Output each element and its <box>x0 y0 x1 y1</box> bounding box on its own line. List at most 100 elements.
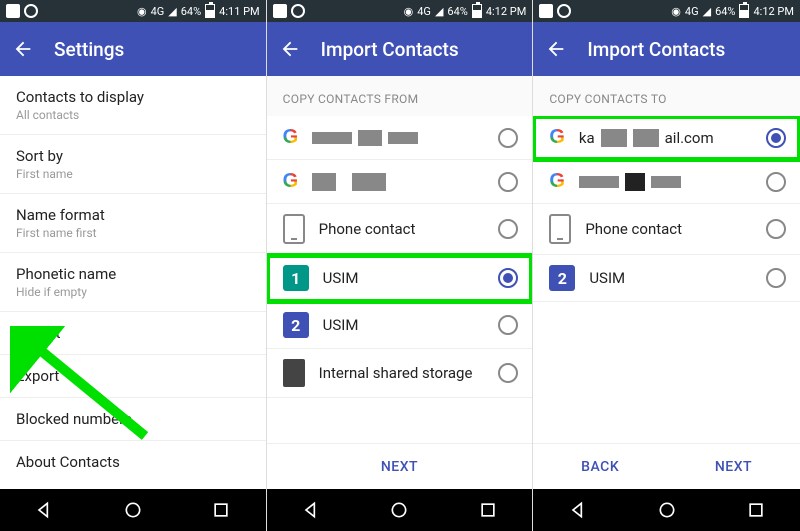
status-bar: ◉ 4G ◢ 64% 4:12 PM <box>533 0 800 22</box>
page-title: Import Contacts <box>587 38 725 61</box>
radio[interactable] <box>498 172 518 192</box>
wifi-icon: ◉ <box>671 5 681 18</box>
source-label: Phone contact <box>319 220 485 238</box>
radio[interactable] <box>766 128 786 148</box>
sim-2-icon: 2 <box>549 265 575 291</box>
notif-icon-2 <box>24 4 38 18</box>
nav-recent-icon[interactable] <box>211 500 231 520</box>
footer-buttons: BACK NEXT <box>533 443 800 489</box>
footer-buttons: NEXT <box>267 443 533 489</box>
item-blocked-numbers[interactable]: Blocked numbers <box>0 398 266 441</box>
phone-icon <box>283 214 305 244</box>
back-icon[interactable] <box>545 38 567 60</box>
back-button[interactable]: BACK <box>581 459 619 475</box>
import-from-screen: ◉ 4G ◢ 64% 4:12 PM Import Contacts COPY … <box>267 0 534 531</box>
source-google-2[interactable]: G <box>267 160 533 204</box>
system-navbar <box>0 489 266 531</box>
item-about-contacts[interactable]: About Contacts <box>0 441 266 483</box>
radio[interactable] <box>766 268 786 288</box>
nav-home-icon[interactable] <box>389 500 409 520</box>
google-icon: G <box>283 170 299 193</box>
battery-icon <box>205 4 215 18</box>
target-usim-2[interactable]: 2 USIM <box>533 255 800 302</box>
item-import[interactable]: Import <box>0 312 266 355</box>
nav-home-icon[interactable] <box>657 500 677 520</box>
source-internal-storage[interactable]: Internal shared storage <box>267 349 533 398</box>
battery-icon <box>472 4 482 18</box>
notif-icon <box>273 4 287 18</box>
google-icon: G <box>283 126 299 149</box>
import-to-screen: ◉ 4G ◢ 64% 4:12 PM Import Contacts COPY … <box>533 0 800 531</box>
wifi-icon: ◉ <box>137 5 147 18</box>
radio[interactable] <box>766 172 786 192</box>
storage-icon <box>283 359 305 387</box>
next-button[interactable]: NEXT <box>381 459 418 475</box>
phone-icon <box>549 214 571 244</box>
battery-pct: 64% <box>181 5 201 18</box>
source-usim-2[interactable]: 2 USIM <box>267 302 533 349</box>
target-label: Phone contact <box>585 220 752 238</box>
target-label <box>579 173 752 191</box>
item-phonetic-name[interactable]: Phonetic name Hide if empty <box>0 253 266 312</box>
source-label: Internal shared storage <box>319 364 485 382</box>
item-name-format[interactable]: Name format First name first <box>0 194 266 253</box>
radio[interactable] <box>498 219 518 239</box>
signal-icon: ◢ <box>435 5 443 18</box>
notif-icon-2 <box>291 4 305 18</box>
signal-icon: ◢ <box>168 5 176 18</box>
nav-back-icon[interactable] <box>34 500 54 520</box>
network-label: 4G <box>151 5 165 18</box>
nav-recent-icon[interactable] <box>746 500 766 520</box>
page-title: Import Contacts <box>321 38 459 61</box>
radio[interactable] <box>498 363 518 383</box>
back-icon[interactable] <box>279 38 301 60</box>
radio[interactable] <box>766 219 786 239</box>
system-navbar <box>533 489 800 531</box>
source-phone-contact[interactable]: Phone contact <box>267 204 533 255</box>
nav-recent-icon[interactable] <box>478 500 498 520</box>
item-sort-by[interactable]: Sort by First name <box>0 135 266 194</box>
next-button[interactable]: NEXT <box>715 459 752 475</box>
clock: 4:12 PM <box>486 5 526 18</box>
wifi-icon: ◉ <box>404 5 414 18</box>
source-label <box>312 173 484 191</box>
target-list: G ka ail.com G Phone contact <box>533 116 800 443</box>
google-icon: G <box>549 170 565 193</box>
settings-list: Contacts to display All contacts Sort by… <box>0 76 266 489</box>
radio[interactable] <box>498 268 518 288</box>
sim-2-icon: 2 <box>283 312 309 338</box>
notif-icon <box>6 4 20 18</box>
settings-screen: ◉ 4G ◢ 64% 4:11 PM Settings Contacts to … <box>0 0 267 531</box>
signal-icon: ◢ <box>703 5 711 18</box>
sim-1-icon: 1 <box>283 265 309 291</box>
target-label: ka ail.com <box>579 129 752 147</box>
notif-icon-2 <box>557 4 571 18</box>
appbar: Import Contacts <box>533 22 800 76</box>
clock: 4:11 PM <box>219 5 259 18</box>
item-contacts-to-display[interactable]: Contacts to display All contacts <box>0 76 266 135</box>
system-navbar <box>267 489 533 531</box>
nav-back-icon[interactable] <box>568 500 588 520</box>
target-google-2[interactable]: G <box>533 160 800 204</box>
target-phone-contact[interactable]: Phone contact <box>533 204 800 255</box>
source-label: USIM <box>323 269 485 287</box>
source-usim-1[interactable]: 1 USIM <box>267 255 533 302</box>
battery-pct: 64% <box>447 5 467 18</box>
radio[interactable] <box>498 128 518 148</box>
page-title: Settings <box>54 38 124 61</box>
radio[interactable] <box>498 315 518 335</box>
back-icon[interactable] <box>12 38 34 60</box>
item-export[interactable]: Export <box>0 355 266 398</box>
source-google-1[interactable]: G <box>267 116 533 160</box>
target-google-1[interactable]: G ka ail.com <box>533 116 800 160</box>
battery-icon <box>739 4 749 18</box>
appbar: Import Contacts <box>267 22 533 76</box>
appbar: Settings <box>0 22 266 76</box>
nav-home-icon[interactable] <box>123 500 143 520</box>
network-label: 4G <box>685 5 699 18</box>
target-label: USIM <box>589 269 752 287</box>
status-bar: ◉ 4G ◢ 64% 4:11 PM <box>0 0 266 22</box>
clock: 4:12 PM <box>753 5 793 18</box>
nav-back-icon[interactable] <box>301 500 321 520</box>
status-bar: ◉ 4G ◢ 64% 4:12 PM <box>267 0 533 22</box>
